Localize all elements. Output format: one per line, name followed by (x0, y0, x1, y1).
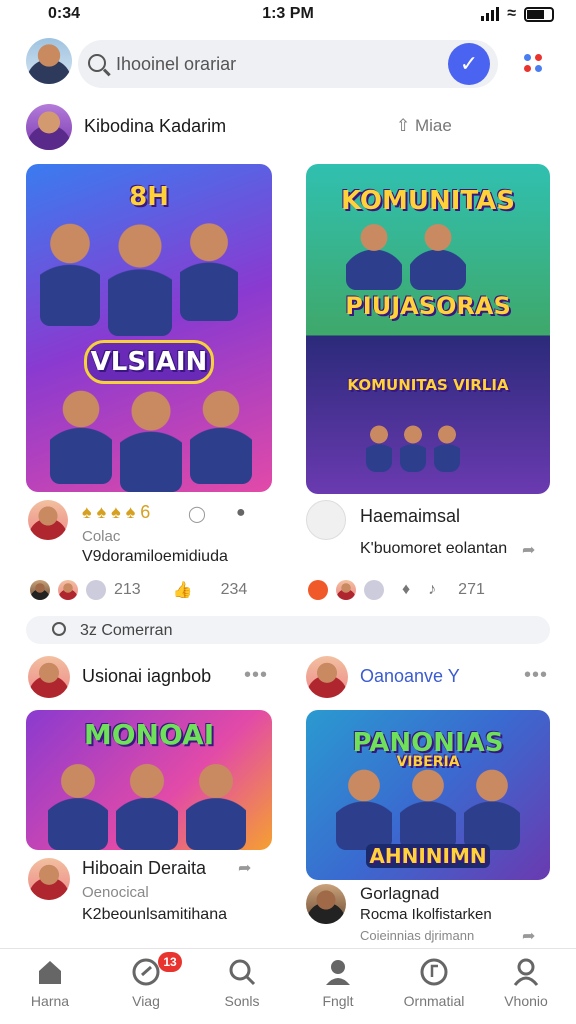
battery-icon (524, 6, 554, 22)
post-subtitle: Colac (82, 528, 121, 545)
post-caption: Coieinnias djrimann (360, 928, 475, 943)
reaction-icon (308, 580, 328, 600)
stat-count: 234 (220, 581, 248, 598)
author-name[interactable]: Gorlagnad (360, 884, 439, 904)
post-caption: K2beounlsamitihana (82, 906, 227, 923)
poster-subtitle: AHNINIMN (366, 844, 490, 868)
poster-headline: 8H (129, 182, 169, 212)
arrow-up-icon: ⇧ (396, 116, 415, 135)
tab-music[interactable]: Ornmatial (386, 957, 482, 1009)
poster-lower-title: KOMUNITAS VIRLIA (347, 376, 509, 394)
post-caption: V9doramiloemidiuda (82, 548, 228, 565)
music-note-icon[interactable]: ♪ (428, 581, 436, 599)
post-card[interactable]: PANONIAS VIBERIA AHNINIMN (306, 710, 550, 880)
reaction-count: 6 (140, 502, 151, 522)
author-name[interactable]: Haemaimsal (360, 506, 460, 527)
tab-label: Viag (132, 993, 160, 1009)
link-icon[interactable]: ◯ (188, 504, 206, 524)
poster-title: KOMUNITAS (340, 186, 516, 216)
stat-count: 213 (114, 581, 141, 598)
status-icons: ≈ (481, 5, 554, 23)
author-name[interactable]: Hiboain Deraita (82, 858, 206, 879)
viewer-avatar (336, 580, 356, 600)
follow-label: Miae (414, 116, 452, 135)
poster-people-2 (366, 422, 460, 472)
diamond-icon[interactable]: ♦ (402, 581, 410, 599)
viewer-avatar (30, 580, 50, 600)
poster-people (346, 220, 466, 290)
poster-subtitle: PIUJASORAS (345, 292, 511, 320)
tab-home[interactable]: Harna (2, 957, 98, 1009)
poster-people (336, 764, 520, 850)
signal-icon (481, 7, 500, 21)
tab-search[interactable]: Sonls (194, 957, 290, 1009)
follow-button[interactable]: ⇧ Miae (396, 116, 452, 136)
viewer-avatar (58, 580, 78, 600)
post-subtitle: Rocma Ikolfistarken (360, 906, 492, 923)
author-avatar[interactable] (306, 884, 346, 924)
comment-bar[interactable]: 3z Comerran (26, 616, 550, 644)
bag-icon[interactable]: ● (236, 504, 246, 522)
tab-bar: Harna Viag Sonls Fnglt Ornmatial Vhonio (0, 948, 576, 1024)
post-subtitle: Oenocical (82, 884, 149, 901)
share-icon[interactable]: ➦ (522, 540, 535, 560)
menu-dots-icon[interactable] (524, 54, 544, 74)
post-caption: K'buomoret eolantan (360, 540, 508, 557)
tab-label: Sonls (224, 993, 260, 1009)
poster-people (40, 216, 238, 336)
profile-avatar[interactable] (26, 38, 72, 84)
author-avatar[interactable] (28, 858, 70, 900)
poster-title: MONOAI (83, 718, 215, 751)
wifi-icon: ≈ (507, 5, 516, 22)
status-bar: 0:34 1:3 PM ≈ (0, 0, 576, 30)
home-icon (35, 957, 65, 987)
tab-profile[interactable]: Fnglt (290, 957, 386, 1009)
user-avatar[interactable] (26, 104, 72, 150)
notification-badge: 13 (158, 952, 182, 972)
post-stats: ♦ ♪ 271 (308, 580, 485, 600)
author-avatar[interactable] (306, 500, 346, 540)
poster-people (48, 758, 246, 850)
comment-label: 3z Comerran (80, 622, 173, 639)
coin-icon (364, 580, 384, 600)
music-icon (419, 957, 449, 987)
like-icon[interactable]: 👍 (173, 580, 193, 600)
more-options-icon[interactable]: ••• (244, 664, 268, 687)
search-icon (52, 622, 66, 636)
user-name[interactable]: Kibodina Kadarim (84, 116, 226, 137)
viewer-avatar (86, 580, 106, 600)
user-name[interactable]: Usionai iagnbob (82, 666, 211, 687)
post-card[interactable]: 8H VLSIAIN (26, 164, 272, 492)
tab-label: Ornmatial (403, 993, 465, 1009)
share-icon[interactable]: ➦ (238, 858, 251, 878)
more-options-icon[interactable]: ••• (524, 664, 548, 687)
search-icon (227, 957, 257, 987)
tab-label: Vhonio (504, 993, 548, 1009)
post-card[interactable]: KOMUNITAS PIUJASORAS KOMUNITAS VIRLIA (306, 164, 550, 494)
poster-people-2 (50, 384, 252, 492)
tab-label: Harna (30, 993, 70, 1009)
tab-user[interactable]: Vhonio (478, 957, 574, 1009)
search-input[interactable]: Ihooinel orariar (116, 54, 236, 75)
reaction-icons[interactable]: ♠ ♠ ♠ ♠ 6 (82, 502, 150, 523)
post-stats: 213 👍 234 (30, 580, 247, 600)
share-icon[interactable]: ➦ (522, 926, 535, 946)
stat-count: 271 (458, 581, 485, 598)
search-icon (88, 54, 106, 72)
user-avatar[interactable] (28, 656, 70, 698)
search-submit-button[interactable]: ✓ (448, 43, 490, 85)
user-name[interactable]: Oanoanve Y (360, 666, 460, 687)
user-avatar[interactable] (306, 656, 348, 698)
post-card[interactable]: MONOAI (26, 710, 272, 850)
video-icon (131, 957, 161, 987)
author-avatar[interactable] (28, 500, 68, 540)
user-icon (511, 957, 541, 987)
poster-title: VLSIAIN (84, 340, 214, 384)
profile-icon (323, 957, 353, 987)
tab-label: Fnglt (322, 993, 354, 1009)
search-bar[interactable]: Ihooinel orariar ✓ (78, 40, 498, 88)
